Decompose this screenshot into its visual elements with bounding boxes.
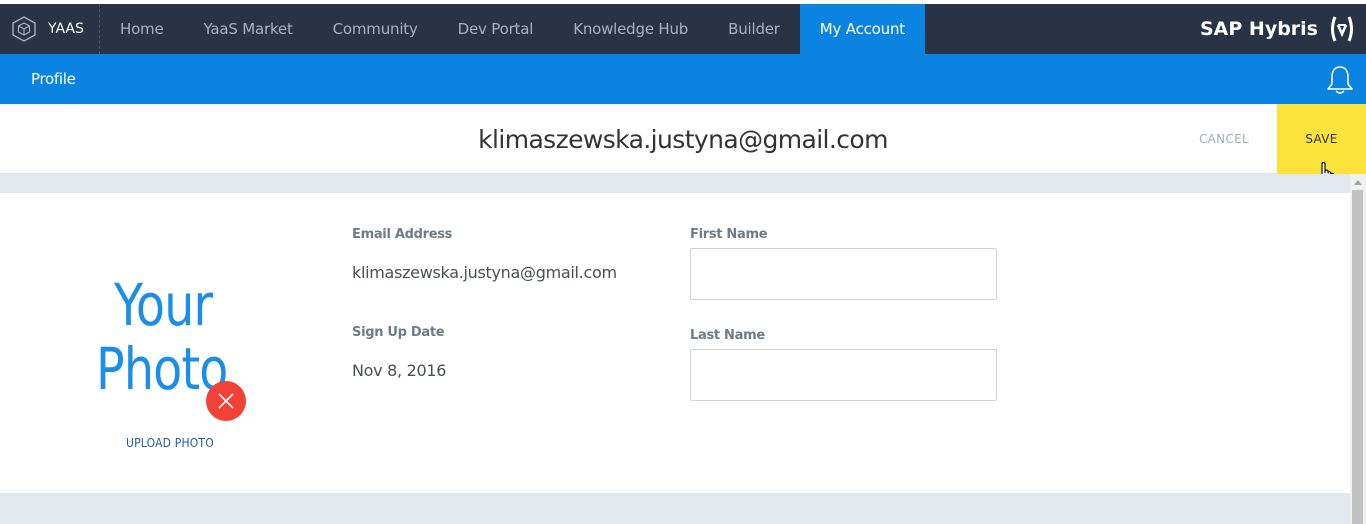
remove-photo-button[interactable] xyxy=(206,381,246,421)
photo-placeholder-line1: Your xyxy=(114,271,213,339)
sap-hybris-logo[interactable]: SAP Hybris xyxy=(1200,4,1356,54)
email-address-value: klimaszewska.justyna@gmail.com xyxy=(352,263,617,282)
nav-item-home[interactable]: Home xyxy=(100,4,184,54)
bell-icon[interactable] xyxy=(1324,64,1356,96)
content-background-top xyxy=(0,174,1350,193)
cancel-button[interactable]: CANCEL xyxy=(1186,104,1262,174)
upload-photo-link[interactable]: UPLOAD PHOTO xyxy=(126,436,214,450)
sap-hybris-bracket-icon xyxy=(1331,16,1353,42)
first-name-label: First Name xyxy=(690,227,768,242)
sign-up-date-label: Sign Up Date xyxy=(352,325,445,340)
sub-navigation-bar: Profile xyxy=(0,54,1366,104)
scrollbar-thumb[interactable] xyxy=(1352,190,1363,524)
profile-header: klimaszewska.justyna@gmail.com CANCEL SA… xyxy=(0,104,1366,174)
first-name-field[interactable] xyxy=(690,248,997,300)
content-background-bottom xyxy=(0,493,1350,524)
last-name-label: Last Name xyxy=(690,328,765,343)
nav-item-knowledge-hub[interactable]: Knowledge Hub xyxy=(553,4,708,54)
top-navigation-bar: YAAS Home YaaS Market Community Dev Port… xyxy=(0,0,1366,54)
vertical-scrollbar[interactable] xyxy=(1350,174,1366,524)
last-name-field[interactable] xyxy=(690,349,997,401)
sap-hybris-logo-text: SAP Hybris xyxy=(1199,18,1318,40)
main-nav: Home YaaS Market Community Dev Portal Kn… xyxy=(100,4,925,54)
close-icon xyxy=(218,393,234,409)
sign-up-date-value: Nov 8, 2016 xyxy=(352,361,447,380)
tab-profile[interactable]: Profile xyxy=(31,54,76,104)
nav-item-my-account[interactable]: My Account xyxy=(799,4,925,54)
brand-label: YAAS xyxy=(48,21,84,37)
page-title: klimaszewska.justyna@gmail.com xyxy=(478,125,888,154)
nav-item-dev-portal[interactable]: Dev Portal xyxy=(438,4,554,54)
nav-item-community[interactable]: Community xyxy=(313,4,438,54)
yaas-brand[interactable]: YAAS xyxy=(0,4,100,54)
nav-item-builder[interactable]: Builder xyxy=(708,4,800,54)
scroll-up-arrow-icon[interactable] xyxy=(1354,180,1362,185)
nav-item-yaas-market[interactable]: YaaS Market xyxy=(184,4,313,54)
email-address-label: Email Address xyxy=(352,227,453,242)
yaas-cube-icon xyxy=(12,16,36,42)
